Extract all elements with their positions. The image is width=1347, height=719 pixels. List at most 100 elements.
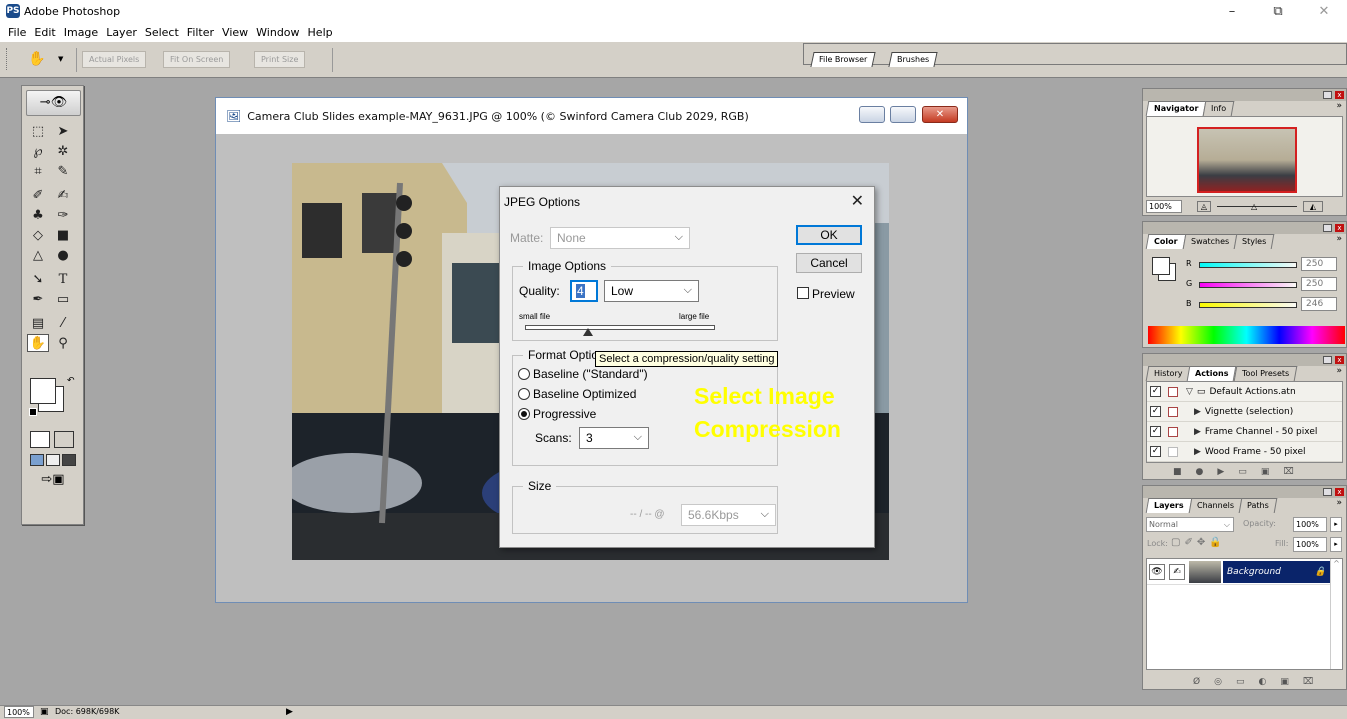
- menu-view[interactable]: View: [218, 26, 252, 39]
- brush-tool-icon[interactable]: ✍: [52, 186, 74, 204]
- palette-close-button[interactable]: x: [1335, 356, 1344, 364]
- zoom-in-icon[interactable]: ◭: [1303, 201, 1323, 212]
- tab-paths[interactable]: Paths: [1238, 498, 1277, 513]
- lasso-tool-icon[interactable]: ℘: [27, 142, 49, 160]
- new-set-icon[interactable]: ▭: [1238, 467, 1261, 477]
- palette-minimize-button[interactable]: [1323, 224, 1332, 232]
- progressive-radio[interactable]: Progressive: [518, 407, 596, 421]
- tab-color[interactable]: Color: [1145, 234, 1186, 249]
- palette-close-button[interactable]: x: [1335, 224, 1344, 232]
- fill-field[interactable]: 100%: [1293, 537, 1327, 552]
- action-row[interactable]: ✓ ▶ Wood Frame - 50 pixel: [1147, 442, 1342, 462]
- palette-minimize-button[interactable]: [1323, 91, 1332, 99]
- full-screen-mode-icon[interactable]: [62, 454, 76, 466]
- blur-tool-icon[interactable]: △: [27, 246, 49, 264]
- menu-select[interactable]: Select: [141, 26, 183, 39]
- notes-tool-icon[interactable]: ▤: [27, 314, 49, 332]
- download-speed-select[interactable]: 56.6Kbps ⌵: [681, 504, 776, 526]
- record-icon[interactable]: ●: [1196, 467, 1218, 477]
- foreground-color-swatch[interactable]: [1152, 257, 1170, 275]
- palette-close-button[interactable]: x: [1335, 91, 1344, 99]
- quality-slider-track[interactable]: [525, 325, 715, 330]
- tab-actions[interactable]: Actions: [1187, 366, 1238, 381]
- tab-swatches[interactable]: Swatches: [1182, 234, 1238, 249]
- pen-tool-icon[interactable]: ✒: [27, 290, 49, 308]
- layers-scrollbar[interactable]: ^: [1330, 559, 1342, 669]
- gradient-tool-icon[interactable]: ■: [52, 226, 74, 244]
- print-size-button[interactable]: Print Size: [254, 51, 306, 68]
- quick-mask-mode-icon[interactable]: [54, 431, 74, 448]
- baseline-optimized-radio[interactable]: Baseline Optimized: [518, 387, 636, 401]
- palette-minimize-button[interactable]: [1323, 356, 1332, 364]
- tool-preset-arrow-icon[interactable]: ▼: [58, 55, 63, 63]
- tab-channels[interactable]: Channels: [1188, 498, 1242, 513]
- foreground-color-swatch[interactable]: [30, 378, 56, 404]
- layer-thumbnail[interactable]: [1189, 560, 1221, 583]
- type-tool-icon[interactable]: T: [52, 270, 74, 288]
- quality-slider-thumb[interactable]: [582, 328, 593, 336]
- checkmark-icon[interactable]: ✓: [1150, 406, 1161, 417]
- shape-tool-icon[interactable]: ▭: [52, 290, 74, 308]
- play-icon[interactable]: ▶: [1217, 467, 1238, 477]
- trash-icon[interactable]: ⌧: [1283, 467, 1307, 477]
- jump-to-imageready-icon[interactable]: ⇨▣: [30, 472, 76, 490]
- zoom-out-icon[interactable]: ◬: [1197, 201, 1211, 212]
- dialog-toggle-icon[interactable]: [1168, 446, 1178, 457]
- quality-input[interactable]: 4: [570, 280, 598, 302]
- adobe-online-icon[interactable]: ⊸👁: [26, 90, 81, 116]
- file-browser-tab[interactable]: File Browser: [810, 52, 876, 67]
- document-close-button[interactable]: ✕: [922, 106, 958, 123]
- tab-navigator[interactable]: Navigator: [1145, 101, 1207, 116]
- collapsed-triangle-icon[interactable]: ▶: [1194, 427, 1201, 437]
- collapsed-triangle-icon[interactable]: ▶: [1194, 407, 1201, 417]
- clone-stamp-tool-icon[interactable]: ♣: [27, 206, 49, 224]
- opacity-field[interactable]: 100%: [1293, 517, 1327, 532]
- matte-select[interactable]: None ⌵: [550, 227, 690, 249]
- opacity-arrow-icon[interactable]: ▸: [1330, 517, 1342, 532]
- minimize-button[interactable]: –: [1209, 0, 1255, 22]
- navigator-thumbnail[interactable]: [1197, 127, 1297, 193]
- layer-name[interactable]: Background 🔒: [1223, 560, 1330, 583]
- dialog-toggle-icon[interactable]: [1168, 426, 1178, 437]
- cancel-button[interactable]: Cancel: [796, 253, 862, 273]
- tab-tool-presets[interactable]: Tool Presets: [1233, 366, 1298, 381]
- close-button[interactable]: ✕: [1301, 0, 1347, 22]
- menu-window[interactable]: Window: [252, 26, 303, 39]
- menu-file[interactable]: File: [4, 26, 30, 39]
- checkmark-icon[interactable]: ✓: [1150, 426, 1161, 437]
- add-mask-icon[interactable]: ◎: [1214, 677, 1236, 687]
- palette-close-button[interactable]: x: [1335, 488, 1344, 496]
- status-menu-arrow-icon[interactable]: ▶: [286, 706, 293, 718]
- brushes-tab[interactable]: Brushes: [888, 52, 938, 67]
- green-channel-slider[interactable]: [1199, 282, 1297, 288]
- magic-wand-tool-icon[interactable]: ✲: [52, 142, 74, 160]
- slice-tool-icon[interactable]: ✎: [52, 162, 74, 180]
- red-channel-value[interactable]: 250: [1301, 257, 1337, 271]
- default-colors-icon[interactable]: [29, 408, 37, 416]
- swap-colors-icon[interactable]: ↶: [67, 376, 75, 386]
- menu-edit[interactable]: Edit: [30, 26, 59, 39]
- navigator-zoom-field[interactable]: 100%: [1146, 200, 1182, 213]
- ok-button[interactable]: OK: [796, 225, 862, 245]
- adjustment-layer-icon[interactable]: ◐: [1258, 677, 1280, 687]
- lock-icons[interactable]: ▢✐✥🔒: [1171, 537, 1226, 548]
- layer-row-background[interactable]: 👁 ✍ Background 🔒: [1147, 559, 1330, 585]
- scans-select[interactable]: 3 ⌵: [579, 427, 649, 449]
- eye-icon[interactable]: 👁: [1149, 563, 1165, 580]
- action-row[interactable]: ✓ ▶ Frame Channel - 50 pixel: [1147, 422, 1342, 442]
- checkmark-icon[interactable]: ✓: [1150, 386, 1161, 397]
- dodge-tool-icon[interactable]: ●: [52, 246, 74, 264]
- red-channel-slider[interactable]: [1199, 262, 1297, 268]
- healing-brush-tool-icon[interactable]: ✐: [27, 186, 49, 204]
- quality-preset-select[interactable]: Low ⌵: [604, 280, 699, 302]
- brush-icon[interactable]: ✍: [1169, 563, 1185, 580]
- dialog-close-button[interactable]: ✕: [851, 191, 864, 211]
- blue-channel-value[interactable]: 246: [1301, 297, 1337, 311]
- layer-style-icon[interactable]: Ø: [1193, 677, 1214, 687]
- baseline-standard-radio[interactable]: Baseline ("Standard"): [518, 367, 648, 381]
- fill-arrow-icon[interactable]: ▸: [1330, 537, 1342, 552]
- fit-on-screen-button[interactable]: Fit On Screen: [163, 51, 231, 68]
- history-brush-tool-icon[interactable]: ✑: [52, 206, 74, 224]
- trash-icon[interactable]: ⌧: [1303, 677, 1327, 687]
- checkmark-icon[interactable]: ✓: [1150, 446, 1161, 457]
